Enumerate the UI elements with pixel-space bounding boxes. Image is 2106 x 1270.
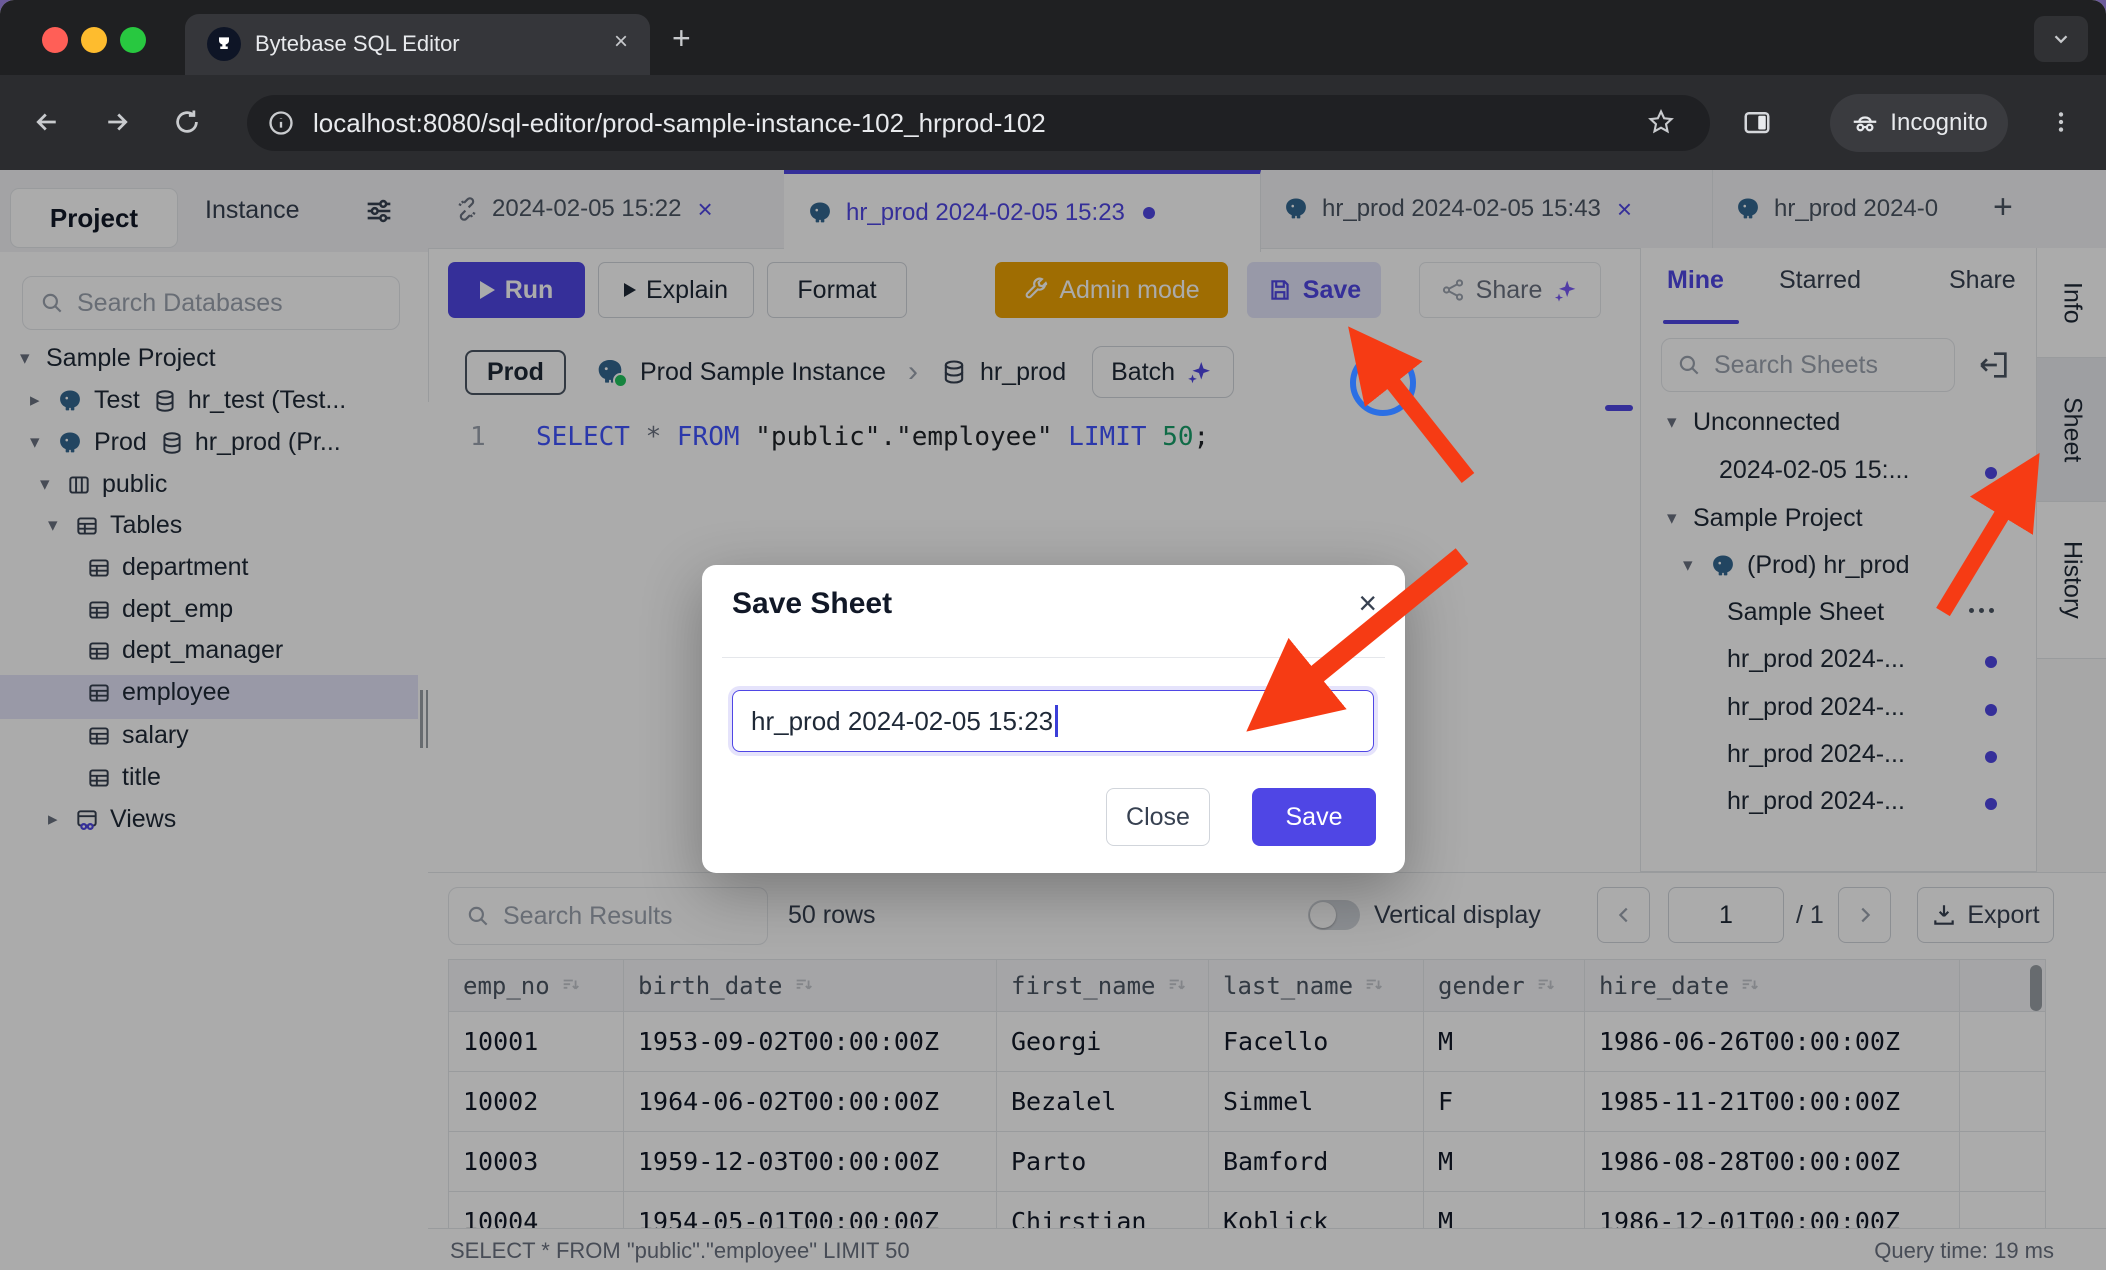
save-label: Save [1286, 803, 1343, 832]
mac-minimize-button[interactable] [81, 27, 107, 53]
browser-navbar: localhost:8080/sql-editor/prod-sample-in… [0, 75, 2106, 170]
url-bar[interactable]: localhost:8080/sql-editor/prod-sample-in… [247, 95, 1710, 151]
browser-tab-close-icon[interactable]: × [614, 28, 628, 56]
close-label: Close [1126, 803, 1190, 832]
forward-button[interactable] [92, 97, 142, 147]
incognito-badge[interactable]: Incognito [1830, 94, 2008, 152]
dialog-close-button[interactable]: Close [1106, 788, 1210, 846]
dialog-close-icon[interactable]: × [1358, 585, 1377, 622]
url-text: localhost:8080/sql-editor/prod-sample-in… [313, 108, 1046, 139]
browser-menu-icon[interactable] [2036, 97, 2086, 147]
bytebase-favicon [207, 27, 241, 61]
dialog-divider [722, 657, 1385, 658]
browser-tab-strip: Bytebase SQL Editor × + [0, 0, 2106, 75]
screenshot-root: Bytebase SQL Editor × + localhost:8080/s… [0, 0, 2106, 1270]
dialog-save-button[interactable]: Save [1252, 788, 1376, 846]
browser-tab-title: Bytebase SQL Editor [255, 31, 460, 57]
browser-tab[interactable]: Bytebase SQL Editor × [185, 14, 650, 75]
sheet-name-value: hr_prod 2024-02-05 15:23 [751, 706, 1053, 737]
incognito-icon [1850, 108, 1880, 138]
mac-zoom-button[interactable] [120, 27, 146, 53]
back-button[interactable] [22, 97, 72, 147]
bookmark-star-icon[interactable] [1636, 97, 1686, 147]
browser-window: Bytebase SQL Editor × + localhost:8080/s… [0, 0, 2106, 1270]
incognito-label: Incognito [1890, 109, 1987, 137]
side-panel-icon[interactable] [1732, 97, 1782, 147]
save-sheet-dialog: Save Sheet × hr_prod 2024-02-05 15:23 Cl… [702, 565, 1405, 873]
dialog-title: Save Sheet [732, 587, 892, 621]
site-info-icon[interactable] [267, 109, 295, 137]
new-tab-button[interactable]: + [672, 20, 691, 57]
text-caret [1055, 705, 1058, 737]
mac-close-button[interactable] [42, 27, 68, 53]
tab-search-chevron-button[interactable] [2034, 16, 2088, 62]
reload-button[interactable] [162, 97, 212, 147]
sheet-name-input[interactable]: hr_prod 2024-02-05 15:23 [732, 690, 1374, 752]
